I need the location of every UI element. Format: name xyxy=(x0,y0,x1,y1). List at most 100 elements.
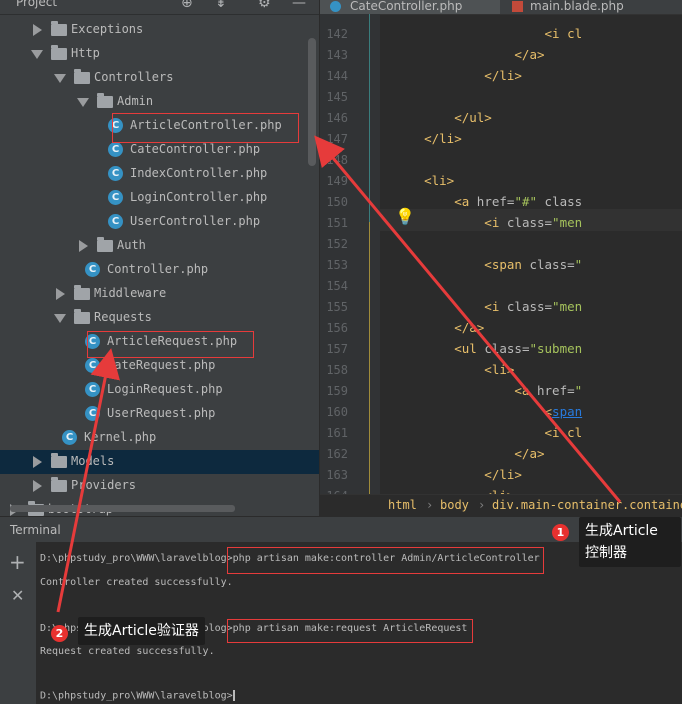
breadcrumb-item[interactable]: body xyxy=(440,498,469,512)
tree-item-label: Admin xyxy=(117,94,154,108)
line-number: 147 xyxy=(326,132,348,146)
code-line: </li> xyxy=(394,68,522,83)
chevron-down-icon[interactable] xyxy=(31,50,43,59)
breadcrumb-item[interactable]: html xyxy=(388,498,417,512)
project-title[interactable]: Project xyxy=(16,0,57,9)
code-token: span xyxy=(552,404,583,419)
tree-item[interactable]: Exceptions xyxy=(0,18,319,42)
chevron-right-icon[interactable] xyxy=(33,480,42,492)
code-token: class= xyxy=(506,215,553,230)
line-number: 145 xyxy=(326,90,348,104)
code-token: "men xyxy=(552,299,583,314)
tree-item-label: UserController.php xyxy=(130,214,261,228)
chevron-right-icon[interactable] xyxy=(79,240,88,252)
terminal-line: Request created successfully. xyxy=(40,646,215,657)
highlight-controller-command xyxy=(227,547,544,574)
chevron-right-icon[interactable] xyxy=(56,288,65,300)
tree-item[interactable]: Http xyxy=(0,42,319,66)
tree-item-label: CateRequest.php xyxy=(107,358,216,372)
class-file-icon xyxy=(330,1,341,12)
php-class-icon: C xyxy=(62,430,77,445)
line-number: 148 xyxy=(326,153,348,167)
code-token: </li> xyxy=(394,467,522,482)
tree-item[interactable]: C UserRequest.php xyxy=(0,402,319,426)
code-token: <i cl xyxy=(394,26,583,41)
tree-item-label: LoginRequest.php xyxy=(107,382,223,396)
tree-item-label: Controller.php xyxy=(107,262,209,276)
code-line: </li> xyxy=(394,467,522,482)
tree-item[interactable]: Requests xyxy=(0,306,319,330)
tree-item[interactable]: C LoginController.php xyxy=(0,186,319,210)
code-line: <span class=" xyxy=(394,257,582,272)
chevron-down-icon[interactable] xyxy=(54,314,66,323)
chevron-right-icon: › xyxy=(478,498,486,512)
tree-item[interactable]: C Kernel.php xyxy=(0,426,319,450)
tree-item-label: Http xyxy=(71,46,100,60)
line-number: 159 xyxy=(326,384,348,398)
folder-icon xyxy=(51,45,67,60)
tab-main-blade[interactable]: main.blade.php xyxy=(508,0,658,14)
highlight-article-request xyxy=(87,331,254,358)
add-terminal-button[interactable]: + xyxy=(9,550,26,574)
tree-item-label: LoginController.php xyxy=(130,190,268,204)
code-token: </a> xyxy=(394,47,545,62)
line-number: 152 xyxy=(326,237,348,251)
vertical-scrollbar[interactable] xyxy=(308,38,316,166)
horizontal-scrollbar[interactable] xyxy=(10,505,235,512)
tree-item[interactable]: C IndexController.php xyxy=(0,162,319,186)
line-number: 143 xyxy=(326,48,348,62)
code-token: </li> xyxy=(394,68,522,83)
line-number: 160 xyxy=(326,405,348,419)
code-token: </a> xyxy=(394,320,485,335)
lightbulb-icon[interactable]: 💡 xyxy=(395,207,415,226)
line-number: 146 xyxy=(326,111,348,125)
code-token: <i xyxy=(394,299,507,314)
php-class-icon: C xyxy=(108,166,123,181)
chevron-right-icon[interactable] xyxy=(33,456,42,468)
tree-item-label: Middleware xyxy=(94,286,167,300)
terminal-prompt: D:\phpstudy_pro\WWW\laravelblog> xyxy=(40,690,233,702)
code-token: href= xyxy=(537,383,575,398)
tree-item[interactable]: Controllers xyxy=(0,66,319,90)
hide-icon[interactable]: — xyxy=(292,0,306,11)
php-class-icon: C xyxy=(108,190,123,205)
code-line: <i cl xyxy=(394,26,583,41)
tree-item[interactable]: Models xyxy=(0,450,319,474)
tree-item[interactable]: Providers xyxy=(0,474,319,498)
php-class-icon: C xyxy=(108,142,123,157)
line-number: 144 xyxy=(326,69,348,83)
code-line: <li> xyxy=(394,362,514,377)
terminal-title[interactable]: Terminal xyxy=(10,523,61,537)
folder-icon xyxy=(74,285,90,300)
tree-item-label: CateController.php xyxy=(130,142,261,156)
tree-item[interactable]: Auth xyxy=(0,234,319,258)
php-class-icon: C xyxy=(85,406,100,421)
breadcrumb-item[interactable]: div.main-container.containe xyxy=(492,498,682,512)
cursor xyxy=(232,690,235,701)
code-token: <a xyxy=(394,383,537,398)
close-terminal-button[interactable]: ✕ xyxy=(11,586,24,605)
tree-item-label: IndexController.php xyxy=(130,166,268,180)
code-token: <li> xyxy=(394,362,515,377)
tree-item[interactable]: C Controller.php xyxy=(0,258,319,282)
chevron-down-icon[interactable] xyxy=(54,74,66,83)
code-line: </ul> xyxy=(394,110,492,125)
tab-catecontroller[interactable]: CateController.php xyxy=(320,0,500,14)
chevron-right-icon: › xyxy=(426,498,434,512)
tree-item[interactable]: C LoginRequest.php xyxy=(0,378,319,402)
crosshair-icon[interactable]: ⊕ xyxy=(181,0,193,11)
folder-icon xyxy=(74,69,90,84)
line-number: 163 xyxy=(326,468,348,482)
gear-icon[interactable]: ⚙ xyxy=(258,0,271,11)
line-number: 153 xyxy=(326,258,348,272)
tree-item[interactable]: Middleware xyxy=(0,282,319,306)
chevron-right-icon[interactable] xyxy=(33,24,42,36)
tree-item[interactable]: Admin xyxy=(0,90,319,114)
folder-icon xyxy=(74,309,90,324)
line-number: 155 xyxy=(326,300,348,314)
line-gutter: 142 143 144 145 146 147 148 149 150 151 152 153 154 1… xyxy=(320,14,380,503)
tree-item[interactable]: C UserController.php xyxy=(0,210,319,234)
collapse-icon[interactable]: ⇟ xyxy=(215,0,227,11)
blade-file-icon xyxy=(512,1,523,12)
chevron-down-icon[interactable] xyxy=(77,98,89,107)
